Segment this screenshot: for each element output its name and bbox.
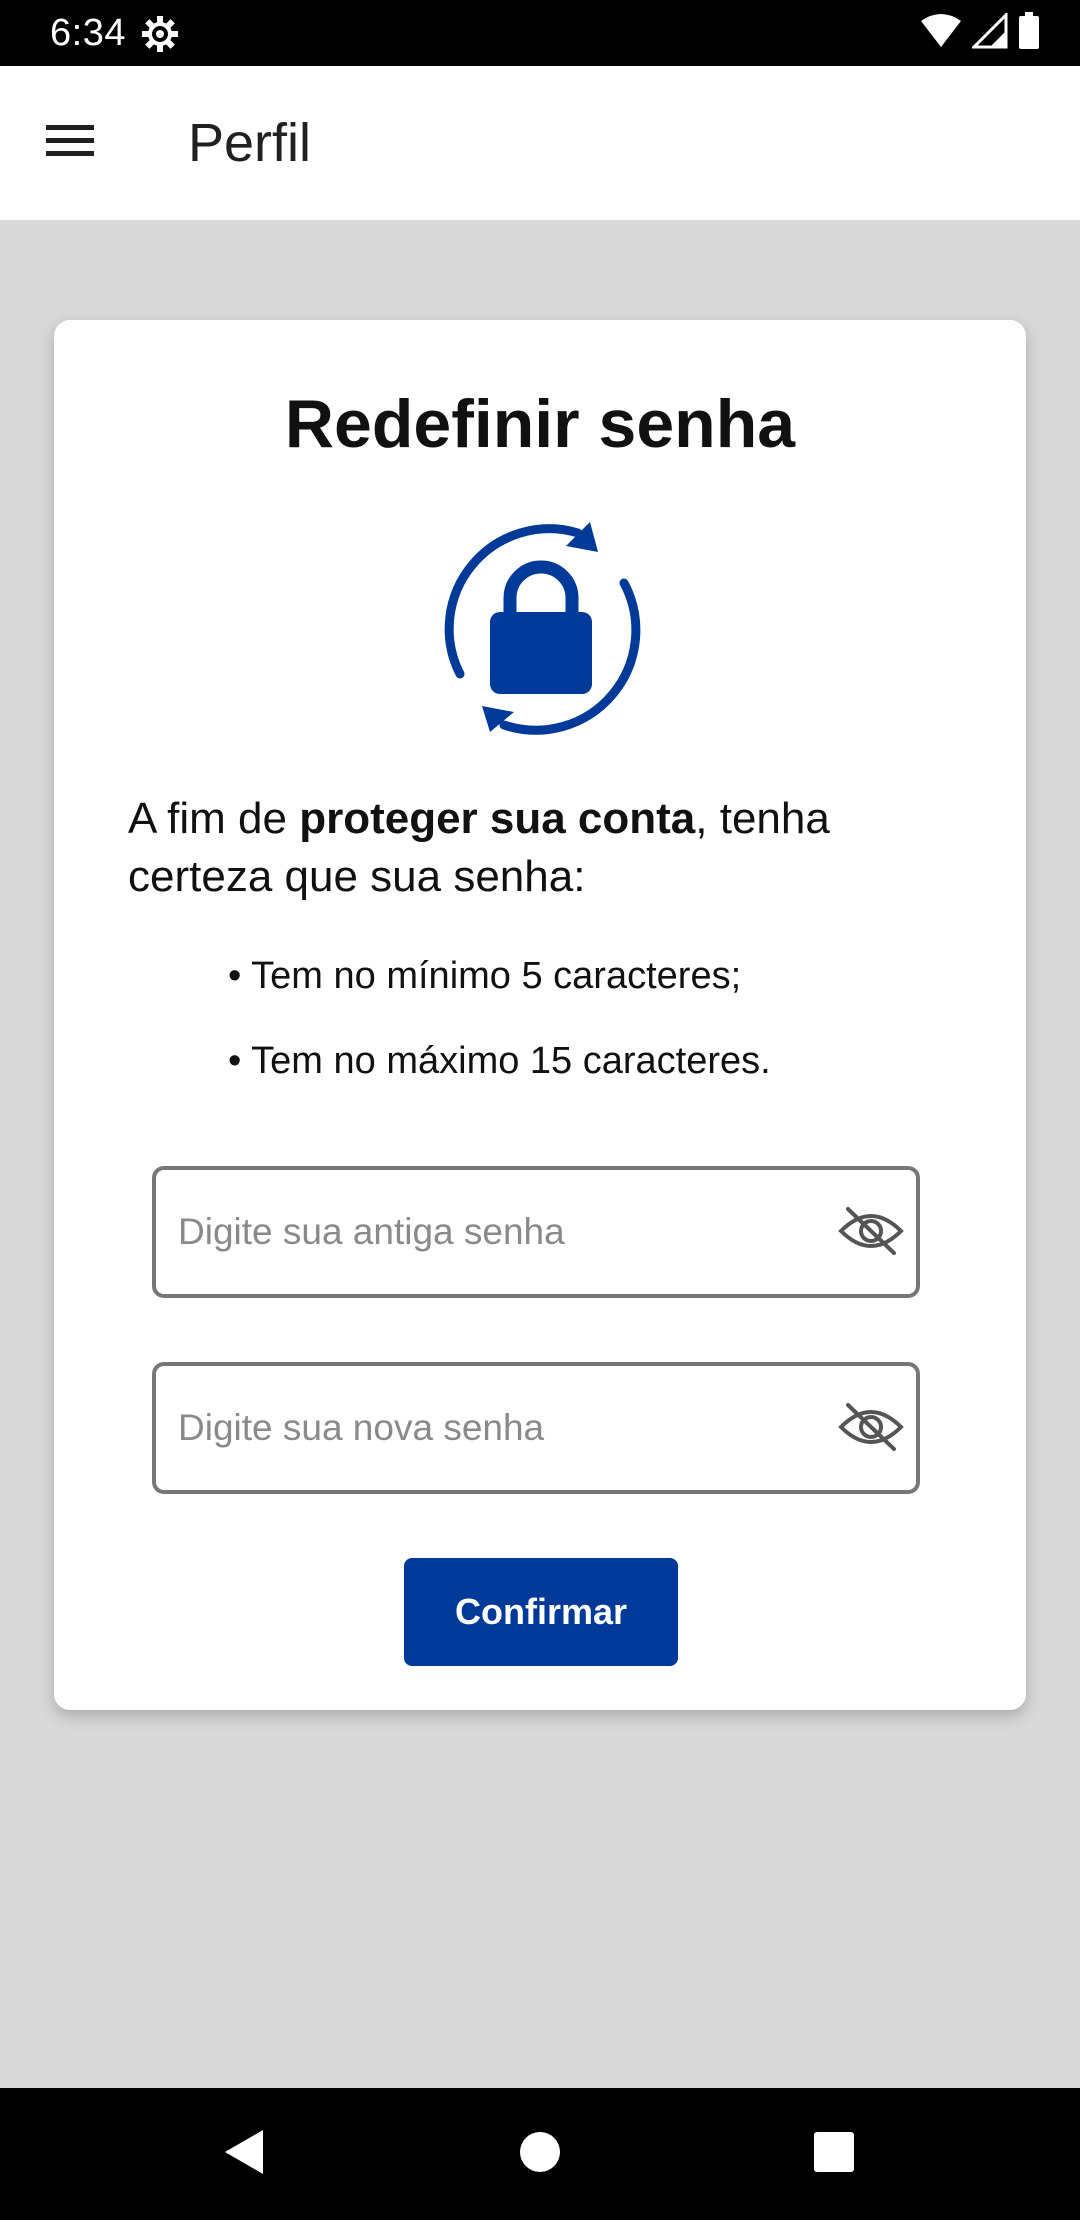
lock-refresh-icon — [428, 516, 654, 742]
cell-signal-icon — [970, 10, 1008, 54]
home-button[interactable] — [508, 2122, 572, 2186]
back-button[interactable] — [212, 2122, 276, 2186]
password-rules-list: • Tem no mínimo 5 caracteres; • Tem no m… — [228, 946, 988, 1116]
toggle-old-password-visibility[interactable] — [836, 1198, 906, 1268]
home-icon — [518, 2130, 562, 2179]
intro-bold: proteger sua conta — [299, 794, 696, 843]
old-password-input[interactable] — [178, 1170, 818, 1294]
app-bar: Perfil — [0, 66, 1080, 221]
back-icon — [221, 2128, 267, 2181]
menu-button[interactable] — [30, 110, 110, 176]
list-item: • Tem no máximo 15 caracteres. — [228, 1040, 771, 1082]
hamburger-menu-icon — [44, 121, 96, 166]
new-password-field — [152, 1362, 920, 1494]
battery-icon — [1018, 11, 1040, 55]
wifi-icon — [920, 13, 962, 54]
confirm-button[interactable]: Confirmar — [404, 1558, 678, 1666]
system-nav-bar — [0, 2088, 1080, 2220]
recents-button[interactable] — [802, 2122, 866, 2186]
content-area: Redefinir senha A fim de proteger sua co… — [0, 220, 1080, 2088]
new-password-input[interactable] — [178, 1366, 818, 1490]
eye-off-icon — [838, 1205, 904, 1262]
reset-password-card: Redefinir senha A fim de proteger sua co… — [54, 320, 1026, 1710]
intro-text: A fim de proteger sua conta, tenha certe… — [128, 790, 968, 906]
old-password-field — [152, 1166, 920, 1298]
intro-prefix: A fim de — [128, 794, 300, 843]
list-item: • Tem no mínimo 5 caracteres; — [228, 955, 742, 997]
settings-gear-icon — [140, 14, 180, 54]
recents-icon — [813, 2131, 855, 2178]
eye-off-icon — [838, 1401, 904, 1458]
status-time: 6:34 — [50, 12, 126, 54]
page-title: Perfil — [188, 113, 312, 173]
status-bar: 6:34 — [0, 0, 1080, 66]
toggle-new-password-visibility[interactable] — [836, 1394, 906, 1464]
card-title: Redefinir senha — [284, 386, 796, 462]
